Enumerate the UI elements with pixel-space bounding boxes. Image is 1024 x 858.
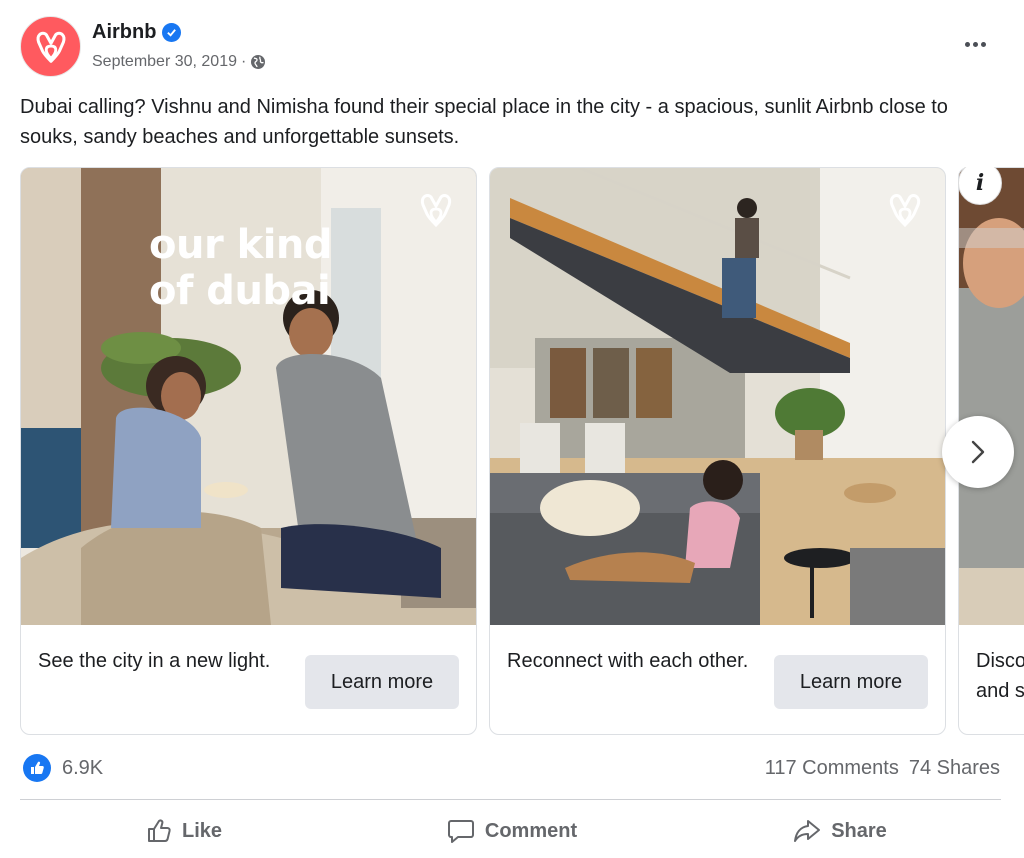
carousel-card-1[interactable]: our kind of dubai See the city in a new … [20,167,477,735]
card-headline: Reconnect with each other. [507,650,749,672]
post-caption: Dubai calling? Vishnu and Nimisha found … [20,96,948,148]
overlay-title-line-2: of dubai [149,268,331,314]
card-footer: Reconnect with each other. Learn more [490,625,945,734]
page-avatar[interactable] [20,16,81,77]
ad-carousel: our kind of dubai See the city in a new … [20,167,1024,735]
date-separator: · [241,53,247,70]
comments-count[interactable]: 117 Comments [765,757,899,780]
author-name[interactable]: Airbnb [92,21,156,44]
airbnb-logo-icon [889,194,921,228]
share-label: Share [831,819,887,842]
page-name[interactable]: Airbnb [92,21,182,44]
globe-icon[interactable] [250,54,266,70]
chevron-right-icon [971,440,985,464]
comment-button[interactable]: Comment [348,806,676,856]
like-reaction-icon[interactable] [23,754,51,782]
like-button[interactable]: Like [20,806,348,856]
carousel-card-2[interactable]: Reconnect with each other. Learn more [489,167,946,735]
like-count[interactable]: 6.9K [62,757,103,780]
verified-badge-icon [162,23,182,42]
divider [20,799,1001,800]
thumbs-up-icon [147,819,171,842]
overlay-title-line-1: our kind [149,222,333,268]
card-headline: Disco and s [976,650,1024,702]
shares-count[interactable]: 74 Shares [909,757,1000,780]
reactions-bar: 6.9K 117 Comments 74 Shares [20,750,1004,786]
card-image-living-room[interactable] [490,168,945,625]
card-footer: Disco and s [959,625,1024,734]
airbnb-logo-icon [420,194,452,228]
post-date[interactable]: September 30, 2019 [92,53,237,71]
ad-overlay-title: our kind of dubai [149,222,333,314]
share-icon [794,820,821,842]
card-footer: See the city in a new light. Learn more [21,625,476,734]
card-headline: See the city in a new light. [38,650,271,672]
more-options-icon[interactable] [960,34,990,54]
learn-more-button[interactable]: Learn more [774,655,928,709]
card-image-partial[interactable] [959,168,1024,625]
post-meta: September 30, 2019 · [92,53,266,71]
engagement-counts: 117 Comments 74 Shares [765,757,1000,780]
comment-icon [447,820,474,843]
post-header: Airbnb September 30, 2019 · [20,16,1004,78]
comment-label: Comment [484,819,578,842]
share-button[interactable]: Share [676,806,1004,856]
carousel-next-button[interactable] [942,416,1014,488]
card-image-bedroom[interactable]: our kind of dubai [21,168,476,625]
learn-more-button[interactable]: Learn more [305,655,459,709]
like-label: Like [181,819,223,842]
airbnb-logo-icon [36,31,65,63]
post-actions: Like Comment Share [20,806,1004,856]
